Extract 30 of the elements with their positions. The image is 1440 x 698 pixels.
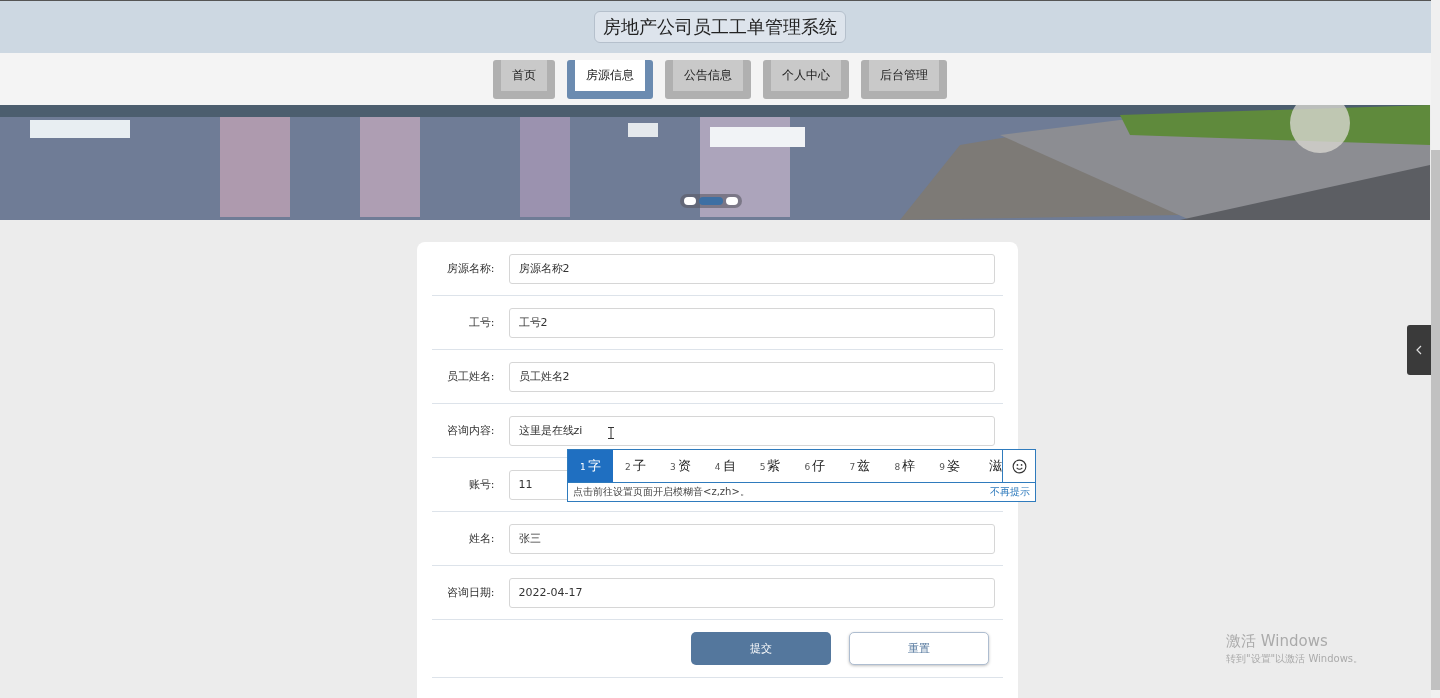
input-field[interactable]: 2022-04-17 bbox=[508, 577, 995, 608]
nav-tab[interactable]: 房源信息 bbox=[567, 59, 653, 99]
chevron-left-icon bbox=[1416, 345, 1422, 355]
input-field[interactable]: 员工姓名2 bbox=[508, 361, 995, 392]
site-title: 房地产公司员工工单管理系统 bbox=[594, 11, 846, 43]
field-label: 员工姓名: bbox=[445, 369, 495, 384]
scrollbar[interactable] bbox=[1431, 0, 1440, 698]
text-cursor-icon bbox=[608, 427, 614, 439]
candidate-item[interactable]: 1 字 bbox=[568, 450, 613, 482]
nav-tab[interactable]: 首页 bbox=[493, 59, 555, 99]
field-label: 姓名: bbox=[467, 531, 495, 546]
field-label: 工号: bbox=[467, 315, 495, 330]
smiley-icon bbox=[1011, 458, 1027, 474]
reset-button[interactable]: 重置 bbox=[848, 632, 989, 665]
field-label: 咨询日期: bbox=[445, 585, 495, 600]
field-label: 咨询内容: bbox=[445, 423, 495, 438]
side-toggle[interactable] bbox=[1407, 325, 1431, 375]
input-field[interactable]: 房源名称2 bbox=[508, 253, 995, 284]
activation-title: 激活 Windows bbox=[1226, 632, 1329, 651]
submit-button[interactable]: 提交 bbox=[690, 632, 831, 665]
ime-hint: 点击前往设置页面开启模糊音<z,zh>。 bbox=[573, 485, 750, 499]
input-field[interactable]: 张三 bbox=[508, 523, 995, 554]
input-field[interactable]: 这里是在线zi bbox=[508, 415, 995, 446]
field-label: 房源名称: bbox=[445, 261, 495, 276]
input-field[interactable]: 工号2 bbox=[508, 307, 995, 338]
nav-tab[interactable]: 公告信息 bbox=[665, 59, 751, 99]
nav-tab[interactable]: 个人中心 bbox=[763, 59, 849, 99]
field-label: 账号: bbox=[467, 477, 495, 492]
nav-tab[interactable]: 后台管理 bbox=[861, 59, 947, 99]
dismiss-link[interactable]: 不再提示 bbox=[990, 485, 1030, 499]
